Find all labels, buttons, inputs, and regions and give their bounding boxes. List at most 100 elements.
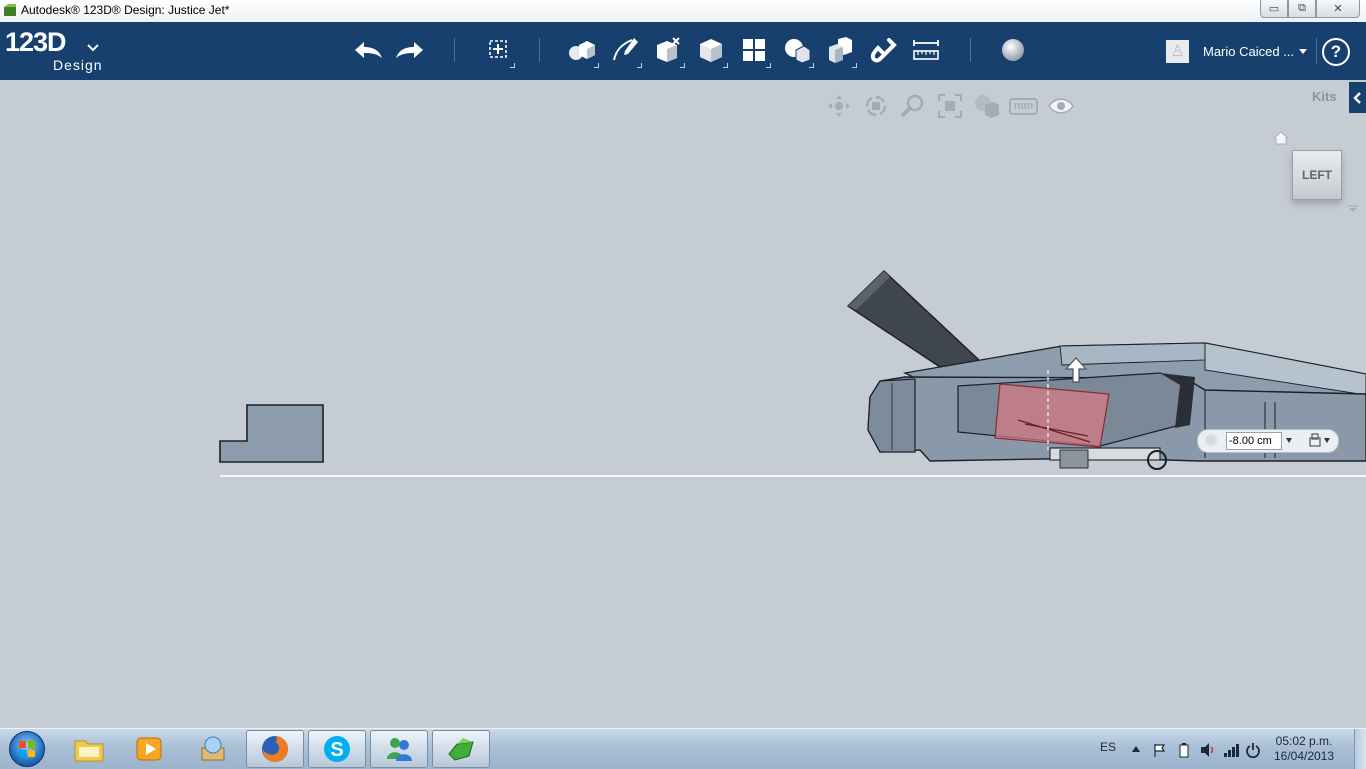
measure-icon xyxy=(913,40,939,60)
viewcube[interactable]: LEFT xyxy=(1292,150,1342,200)
user-name: Mario Caiced ... xyxy=(1203,43,1295,59)
transform-icon xyxy=(489,40,507,58)
grip-icon xyxy=(1205,434,1217,446)
chevron-down-icon[interactable] xyxy=(1286,438,1292,443)
units-button[interactable]: mm xyxy=(1005,93,1042,119)
pan-icon xyxy=(827,95,850,117)
messenger-icon xyxy=(387,738,412,761)
orbit-icon xyxy=(865,95,886,117)
home-view-icon[interactable] xyxy=(1273,131,1289,145)
snap-icon xyxy=(870,38,897,63)
construct-button[interactable] xyxy=(651,32,685,68)
visibility-button[interactable] xyxy=(1042,93,1079,119)
clock-time: 05:02 p.m. xyxy=(1275,734,1333,748)
viewcube-menu-icon[interactable] xyxy=(1347,204,1359,214)
combine-icon xyxy=(829,37,852,63)
material-icon xyxy=(1002,39,1024,61)
sketch-button[interactable] xyxy=(608,32,642,68)
taskbar-app-123d-design[interactable] xyxy=(432,730,490,768)
taskbar-app-media-player[interactable] xyxy=(120,730,178,768)
show-desktop-button[interactable] xyxy=(1354,729,1366,769)
toolbar-separator xyxy=(454,38,455,62)
view-mode-button[interactable] xyxy=(968,93,1005,119)
zoom-button[interactable] xyxy=(894,93,931,119)
combine-button[interactable] xyxy=(823,32,857,68)
user-account-menu[interactable]: ♙ Mario Caiced ... xyxy=(1166,39,1307,63)
help-button[interactable]: ? xyxy=(1322,38,1350,66)
language-indicator[interactable]: ES xyxy=(1100,740,1116,754)
folder-icon xyxy=(74,740,104,762)
taskbar-app-firefox[interactable] xyxy=(246,730,304,768)
toolbar-separator xyxy=(1316,38,1317,64)
window-titlebar: Autodesk® 123D® Design: Justice Jet* ▭ ⧉… xyxy=(0,0,1366,23)
transform-button[interactable] xyxy=(481,32,515,68)
volume-icon[interactable] xyxy=(1199,742,1217,758)
fit-icon xyxy=(937,94,962,118)
pan-button[interactable] xyxy=(820,93,857,119)
block-part xyxy=(219,404,324,463)
maximize-button[interactable]: ⧉ xyxy=(1288,0,1316,18)
taskbar-app-explorer[interactable] xyxy=(60,730,118,768)
taskbar-app-sandbox[interactable] xyxy=(184,730,242,768)
chevron-up-icon[interactable] xyxy=(1131,745,1141,753)
chevron-left-icon xyxy=(1352,91,1361,104)
avatar-icon: ♙ xyxy=(1170,43,1185,60)
material-button[interactable] xyxy=(996,32,1030,68)
3d-viewport[interactable]: mm Kits LEFT xyxy=(0,80,1366,728)
system-clock[interactable]: 05:02 p.m. 16/04/2013 xyxy=(1272,734,1336,764)
media-player-icon xyxy=(136,737,162,761)
toolbar-separator xyxy=(970,38,971,62)
close-button[interactable]: ✕ xyxy=(1316,0,1360,18)
window-title: Autodesk® 123D® Design: Justice Jet* xyxy=(21,3,230,17)
viewcube-face-label: LEFT xyxy=(1302,168,1332,182)
svg-text:S: S xyxy=(330,739,343,761)
fit-button[interactable] xyxy=(931,93,968,119)
firefox-icon xyxy=(262,736,289,763)
redo-button[interactable] xyxy=(393,32,427,68)
app-menu-logo[interactable]: 123D Design xyxy=(5,27,102,73)
zoom-icon xyxy=(900,94,923,117)
chevron-down-icon xyxy=(1299,48,1307,54)
minimize-icon: ▭ xyxy=(1268,3,1280,15)
pattern-button[interactable] xyxy=(737,32,771,68)
orbit-button[interactable] xyxy=(857,93,894,119)
grouping-button[interactable] xyxy=(780,32,814,68)
action-center-flag-icon[interactable] xyxy=(1152,742,1168,758)
logo-text: 123D xyxy=(5,27,67,57)
visibility-icon xyxy=(1047,98,1074,114)
measure-button[interactable] xyxy=(909,32,943,68)
redo-icon xyxy=(396,42,423,58)
primitives-button[interactable] xyxy=(565,32,599,68)
clock-date: 16/04/2013 xyxy=(1273,749,1335,763)
kits-panel-toggle[interactable] xyxy=(1349,82,1366,113)
undo-button[interactable] xyxy=(351,32,385,68)
windows-taskbar: S ES 05:02 p.m. 16/04/2013 xyxy=(0,728,1366,769)
kits-label[interactable]: Kits xyxy=(1312,89,1337,104)
snap-button[interactable] xyxy=(866,32,900,68)
power-icon[interactable] xyxy=(1246,742,1260,758)
minimize-button[interactable]: ▭ xyxy=(1260,0,1288,18)
taskbar-app-skype[interactable]: S xyxy=(308,730,366,768)
navigation-bar: mm xyxy=(820,93,1079,119)
chevron-down-icon[interactable] xyxy=(1324,438,1330,443)
model-scene[interactable] xyxy=(0,80,1366,728)
modify-icon xyxy=(700,39,722,62)
start-button[interactable] xyxy=(4,730,50,768)
grouping-icon xyxy=(785,39,811,64)
sandbox-icon xyxy=(201,736,225,761)
windows-logo-icon xyxy=(9,731,45,767)
avatar: ♙ xyxy=(1166,39,1189,63)
toolbar-separator xyxy=(539,38,540,62)
undo-icon xyxy=(355,42,382,58)
taskbar-app-messenger[interactable] xyxy=(370,730,428,768)
app-icon xyxy=(4,4,16,16)
view-mode-icon xyxy=(974,95,999,118)
chevron-down-icon xyxy=(87,44,99,52)
pattern-icon xyxy=(743,39,765,61)
snap-settings-icon[interactable] xyxy=(1308,433,1322,447)
network-signal-icon[interactable] xyxy=(1223,742,1241,758)
dimension-value-field[interactable] xyxy=(1226,432,1282,450)
modify-button[interactable] xyxy=(694,32,728,68)
battery-icon[interactable] xyxy=(1178,742,1190,758)
units-icon: mm xyxy=(1008,97,1039,115)
